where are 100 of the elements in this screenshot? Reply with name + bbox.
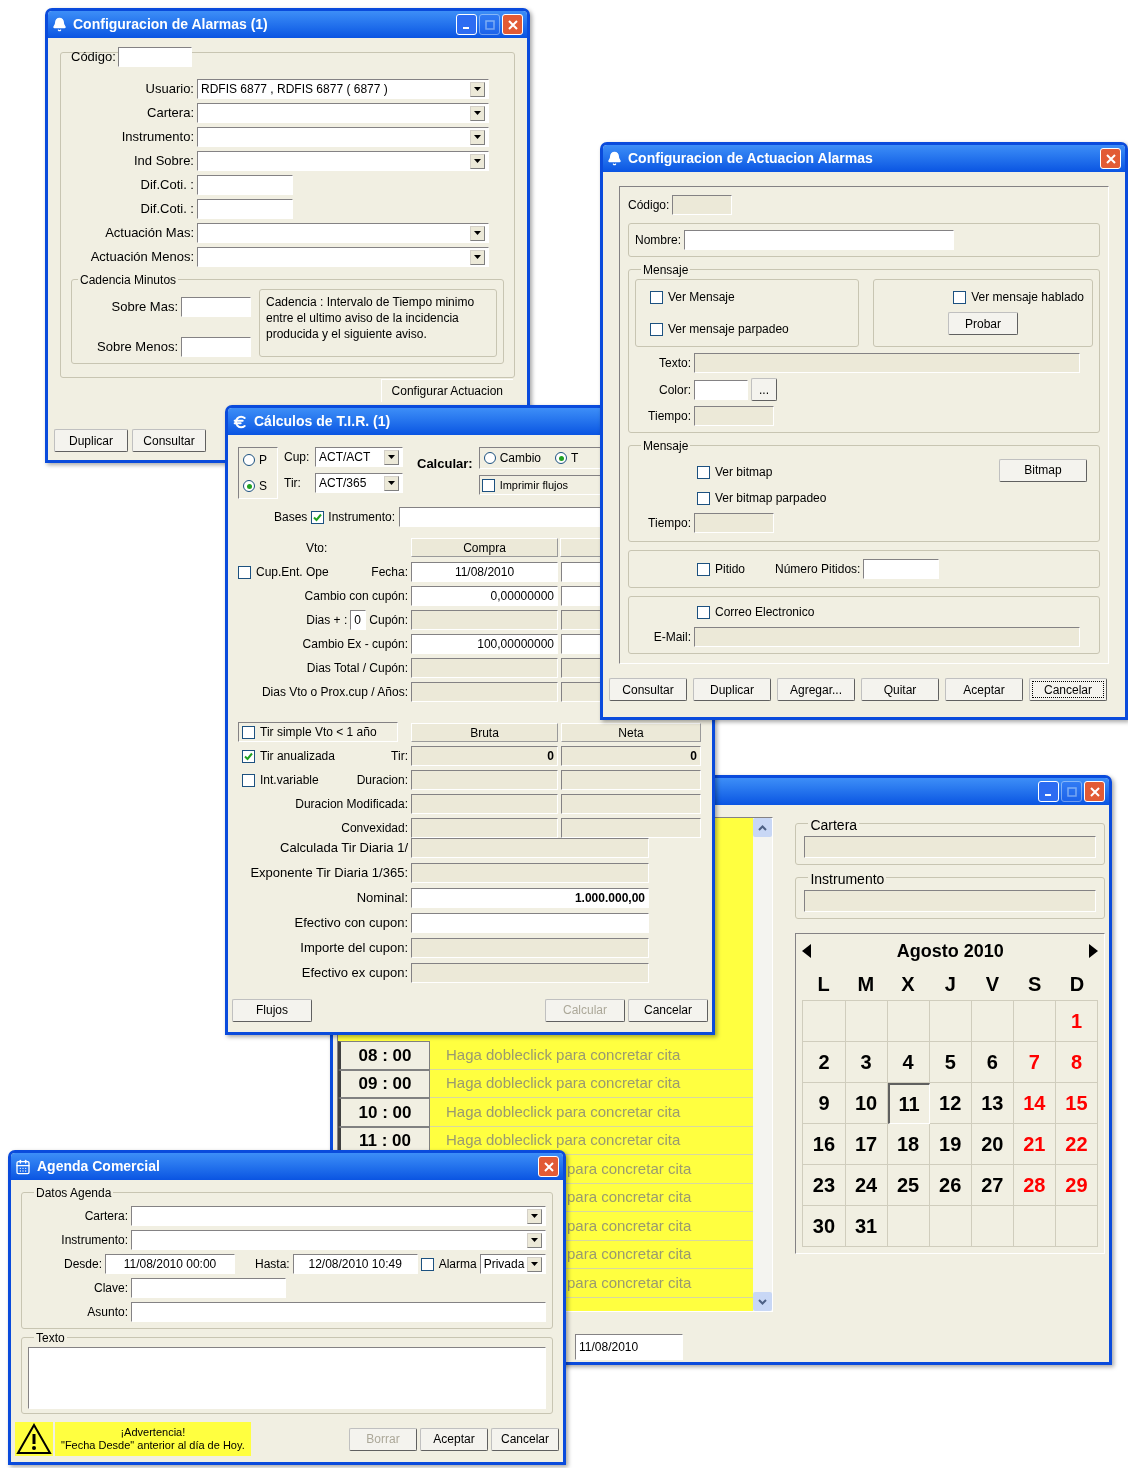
checkbox[interactable] xyxy=(311,510,325,524)
radio-button[interactable] xyxy=(243,480,255,492)
minimize-button[interactable] xyxy=(456,14,477,35)
calendar-day[interactable]: 9 xyxy=(803,1083,846,1124)
calendar-day[interactable]: 25 xyxy=(887,1165,930,1206)
button[interactable]: Duplicar xyxy=(54,429,128,452)
calendar-day[interactable]: 20 xyxy=(971,1124,1014,1165)
text-field[interactable] xyxy=(181,297,251,317)
text-field[interactable] xyxy=(411,770,558,790)
calendar-day[interactable]: 24 xyxy=(845,1165,888,1206)
text-field[interactable] xyxy=(694,406,774,426)
scrollbar[interactable] xyxy=(753,818,773,1311)
checkbox[interactable] xyxy=(953,290,967,304)
text-field[interactable]: 0 xyxy=(411,746,558,766)
calendar-day[interactable]: 17 xyxy=(845,1124,888,1165)
text-field[interactable] xyxy=(694,379,748,400)
checkbox[interactable] xyxy=(481,478,495,492)
checkbox[interactable] xyxy=(238,565,251,579)
scroll-up-icon[interactable] xyxy=(753,818,773,837)
calendar-day[interactable]: 5 xyxy=(929,1042,972,1083)
close-icon[interactable] xyxy=(507,19,518,30)
dropdown-field[interactable] xyxy=(197,127,489,147)
text-field[interactable]: 100,00000000 xyxy=(411,634,558,654)
text-field[interactable] xyxy=(672,195,733,215)
calendar-day[interactable]: 13 xyxy=(971,1083,1014,1124)
calendar-day[interactable]: 18 xyxy=(887,1124,930,1165)
text-field[interactable] xyxy=(561,770,701,790)
calendar-day[interactable]: 31 xyxy=(845,1206,888,1247)
text-field[interactable]: 11/08/2010 00:00 xyxy=(105,1254,235,1274)
button[interactable]: Consultar xyxy=(132,429,206,452)
radio-button[interactable] xyxy=(555,452,567,464)
checkbox[interactable] xyxy=(242,773,255,787)
calendar-day[interactable]: 23 xyxy=(803,1165,846,1206)
button[interactable]: Cancelar xyxy=(491,1427,559,1451)
close-icon[interactable] xyxy=(1105,153,1116,164)
text-field[interactable] xyxy=(411,794,558,814)
text-field[interactable]: 12/08/2010 10:49 xyxy=(292,1254,418,1274)
text-field[interactable] xyxy=(117,47,192,67)
close-button[interactable] xyxy=(1084,781,1105,802)
dropdown-field[interactable] xyxy=(197,103,489,123)
button[interactable]: Quitar xyxy=(861,678,939,701)
text-field[interactable]: 11/08/2010 xyxy=(575,1334,683,1360)
dropdown-field[interactable] xyxy=(197,151,489,171)
checkbox[interactable] xyxy=(420,1257,434,1271)
close-button[interactable] xyxy=(1100,148,1121,169)
calendar-day[interactable]: 30 xyxy=(803,1206,846,1247)
dropdown-field[interactable]: ACT/365 xyxy=(315,473,403,493)
text-field[interactable] xyxy=(694,627,1080,647)
text-field[interactable] xyxy=(197,199,293,219)
dropdown-field[interactable] xyxy=(131,1206,546,1226)
text-field[interactable] xyxy=(804,890,1096,912)
checkbox[interactable] xyxy=(697,605,710,619)
button[interactable]: Probar xyxy=(948,312,1018,335)
tab[interactable]: Configurar Actuacion xyxy=(380,379,513,402)
button[interactable]: Consultar xyxy=(609,678,687,701)
calendar-day[interactable]: 4 xyxy=(887,1042,930,1083)
checkbox[interactable] xyxy=(242,725,255,739)
calendar-day[interactable]: 6 xyxy=(971,1042,1014,1083)
calendar-day[interactable]: 16 xyxy=(803,1124,846,1165)
next-month-icon[interactable] xyxy=(1088,944,1098,958)
calendar-day[interactable]: 10 xyxy=(845,1083,888,1124)
close-button[interactable] xyxy=(502,14,523,35)
text-field[interactable] xyxy=(863,559,940,579)
calendar-day[interactable]: 19 xyxy=(929,1124,972,1165)
button[interactable]: Bitmap xyxy=(999,458,1087,482)
radio-button[interactable] xyxy=(243,454,255,466)
text-field[interactable]: 0 xyxy=(561,746,701,766)
dropdown-field[interactable] xyxy=(131,1230,546,1250)
checkbox[interactable] xyxy=(650,322,663,336)
calendar-day[interactable]: 11 xyxy=(887,1083,930,1124)
calendar-day[interactable]: 12 xyxy=(929,1083,972,1124)
dropdown-field[interactable] xyxy=(197,247,489,267)
text-field[interactable] xyxy=(131,1302,546,1322)
text-field[interactable] xyxy=(197,175,293,195)
dropdown-field[interactable] xyxy=(197,223,489,243)
text-field[interactable] xyxy=(181,337,251,357)
button[interactable]: Flujos xyxy=(232,998,312,1022)
checkbox[interactable] xyxy=(242,749,255,763)
scroll-down-icon[interactable] xyxy=(753,1292,773,1311)
text-field[interactable] xyxy=(561,794,701,814)
text-field[interactable] xyxy=(804,836,1096,858)
dropdown-field[interactable]: ACT/ACT xyxy=(315,447,403,467)
close-button[interactable] xyxy=(538,1156,559,1177)
calendar-day[interactable]: 27 xyxy=(971,1165,1014,1206)
button[interactable]: Cancelar xyxy=(628,998,708,1022)
button[interactable]: ... xyxy=(751,378,777,401)
text-field[interactable] xyxy=(411,818,558,838)
button[interactable]: Agregar... xyxy=(777,678,855,701)
dropdown-field[interactable]: Privada xyxy=(479,1254,546,1274)
text-field[interactable] xyxy=(694,513,774,533)
button[interactable]: Aceptar xyxy=(945,678,1023,701)
text-field[interactable]: 1.000.000,00 xyxy=(411,888,649,908)
checkbox[interactable] xyxy=(697,562,710,576)
checkbox[interactable] xyxy=(650,290,663,304)
text-field[interactable] xyxy=(561,818,701,838)
calendar-day[interactable]: 3 xyxy=(845,1042,888,1083)
calendar-day[interactable]: 2 xyxy=(803,1042,846,1083)
button[interactable]: Duplicar xyxy=(693,678,771,701)
calendar-day[interactable]: 26 xyxy=(929,1165,972,1206)
checkbox[interactable] xyxy=(697,491,710,505)
